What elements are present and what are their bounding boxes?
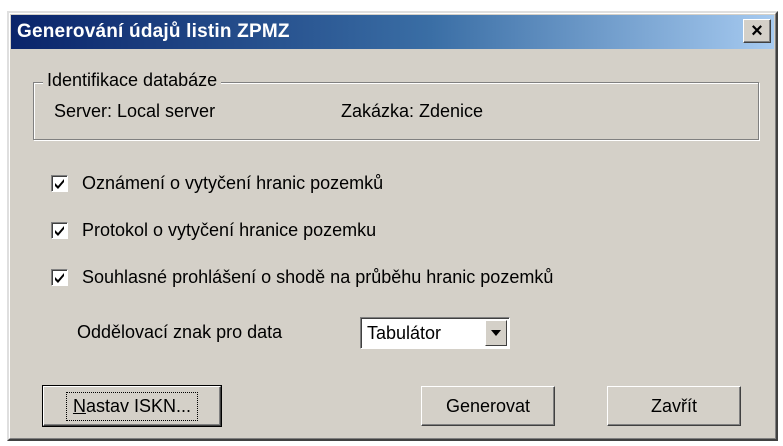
separator-selected-value: Tabulátor (367, 323, 442, 343)
set-iskn-button-label: Nastav ISKN... (65, 391, 199, 421)
generate-button[interactable]: Generovat (421, 386, 555, 426)
dialog-window: Generování údajů listin ZPMZ × Identifik… (7, 11, 778, 441)
close-button[interactable]: Zavřít (607, 386, 741, 426)
option-label-boundary-notice[interactable]: Oznámení o vytyčení hranic pozemků (82, 173, 383, 194)
database-identification-group: Identifikace databáze Server: Local serv… (33, 70, 759, 140)
close-icon: × (751, 20, 763, 42)
window-title: Generování údajů listin ZPMZ (17, 21, 290, 42)
option-label-boundary-protocol[interactable]: Protokol o vytyčení hranice pozemku (82, 220, 376, 241)
checkmark-icon (55, 273, 64, 283)
set-iskn-button[interactable]: Nastav ISKN... (42, 385, 222, 427)
group-legend: Identifikace databáze (43, 70, 222, 91)
checkbox-consent-declaration[interactable] (51, 269, 68, 286)
generate-button-label: Generovat (445, 395, 531, 416)
option-label-consent-declaration[interactable]: Souhlasné prohlášení o shodě na průběhu … (82, 267, 553, 288)
checkbox-boundary-notice[interactable] (51, 175, 68, 192)
close-window-button[interactable]: × (743, 19, 771, 43)
separator-select[interactable]: Tabulátor (360, 317, 510, 349)
separator-label: Oddělovací znak pro data (77, 322, 283, 342)
triangle-down-icon (491, 330, 501, 336)
checkbox-boundary-protocol[interactable] (51, 222, 68, 239)
close-button-label: Zavřít (650, 395, 697, 416)
checkmark-icon (55, 226, 64, 236)
checkmark-icon (55, 179, 64, 189)
separator-dropdown-button[interactable] (485, 320, 507, 346)
title-bar[interactable]: Generování údajů listin ZPMZ × (11, 15, 774, 49)
order-label: Zakázka: Zdenice (341, 101, 484, 121)
server-label: Server: Local server (54, 101, 216, 121)
